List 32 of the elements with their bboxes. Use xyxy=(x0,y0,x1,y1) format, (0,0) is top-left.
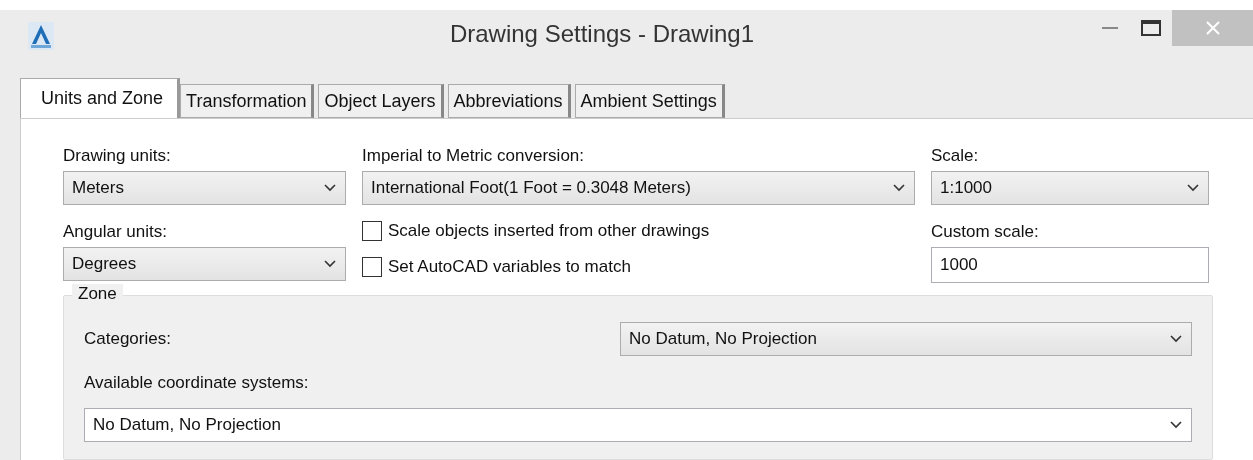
dropdown[interactable]: No Datum, No Projection xyxy=(84,408,1192,442)
checkbox-option[interactable]: Set AutoCAD variables to match xyxy=(362,249,915,285)
tab[interactable]: Abbreviations xyxy=(447,84,571,118)
checkbox-option[interactable]: Scale objects inserted from other drawings xyxy=(362,213,915,249)
dropdown[interactable]: No Datum, No Projection xyxy=(620,322,1192,356)
field-label: Available coordinate systems: xyxy=(84,372,310,394)
field-label: Angular units: xyxy=(63,221,168,243)
tab[interactable]: Object Layers xyxy=(318,84,444,118)
minimize-icon xyxy=(1102,26,1118,30)
window-title: Drawing Settings - Drawing1 xyxy=(448,20,756,48)
app-logo-icon xyxy=(28,22,54,50)
dropdown[interactable]: 1:1000 xyxy=(931,171,1209,205)
tab[interactable]: Ambient Settings xyxy=(574,84,725,118)
chevron-down-icon xyxy=(1186,183,1200,193)
tab[interactable]: Transformation xyxy=(180,84,315,118)
chevron-down-icon xyxy=(1169,420,1183,430)
chevron-down-icon xyxy=(892,183,906,193)
chevron-down-icon xyxy=(1169,334,1183,344)
dropdown[interactable]: Degrees xyxy=(63,247,346,281)
input-field[interactable]: 1000 xyxy=(931,247,1209,283)
close-icon xyxy=(1205,21,1220,35)
chevron-down-icon xyxy=(323,259,337,269)
tab[interactable]: Units and Zone xyxy=(20,78,181,118)
chevron-down-icon xyxy=(323,183,337,193)
field-label: Scale: xyxy=(931,145,980,167)
maximize-icon xyxy=(1141,20,1161,36)
dropdown[interactable]: Meters xyxy=(63,171,346,205)
field-label: Custom scale: xyxy=(931,221,1040,243)
dropdown[interactable]: International Foot(1 Foot = 0.3048 Meters) xyxy=(362,171,915,205)
field-label: Categories: xyxy=(84,328,171,350)
field-label: Imperial to Metric conversion: xyxy=(362,145,586,167)
field-label: Drawing units: xyxy=(63,145,172,167)
